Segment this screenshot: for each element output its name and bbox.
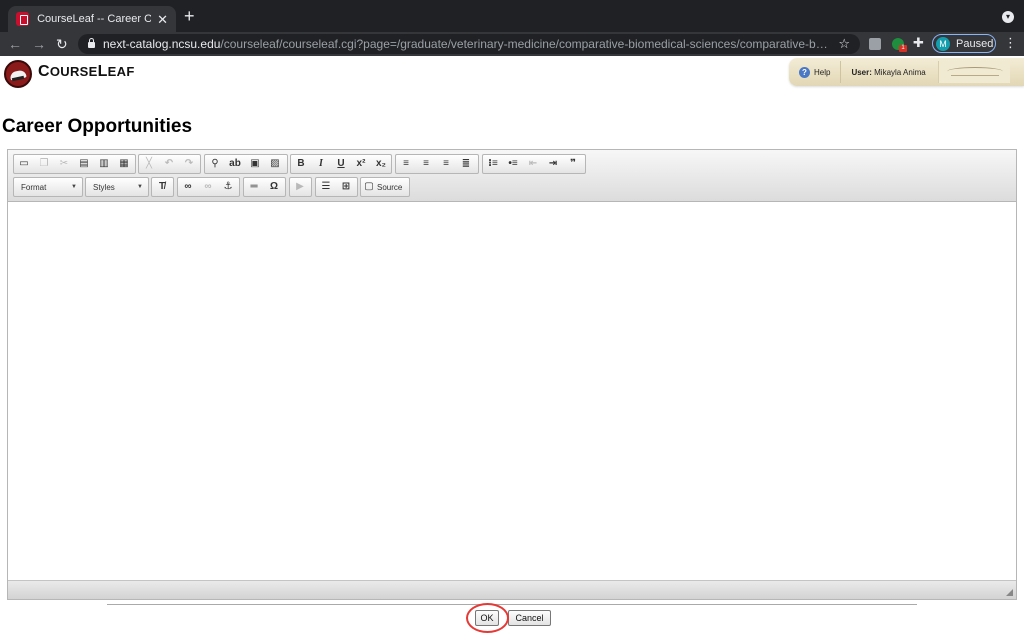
browser-toolbar: ← → ↻ next-catalog.ncsu.edu /courseleaf/… [0, 32, 1024, 56]
extension-icon[interactable] [869, 38, 881, 50]
redo-icon[interactable]: ↷ [179, 155, 199, 173]
template-icon[interactable]: ☰ [316, 178, 336, 196]
undo-icon[interactable]: ↶ [159, 155, 179, 173]
bulleted-list-icon[interactable]: •≡ [503, 155, 523, 173]
toolbar-group-align: ≡ ≡ ≡ ≣ [395, 154, 479, 174]
tab-close-icon[interactable]: ✕ [157, 13, 168, 26]
select-all-icon[interactable]: ▣ [245, 155, 265, 173]
toolbar-group-clear: T̸ [151, 177, 174, 197]
numbered-list-icon[interactable]: ⁝≡ [483, 155, 503, 173]
profile-chip[interactable]: M Paused [932, 34, 996, 53]
toolbar-group-find: ⚲ ab ▣ ▨ [204, 154, 288, 174]
help-link[interactable]: Help [814, 68, 830, 77]
cut-icon[interactable]: ✂ [54, 155, 74, 173]
subscript-icon[interactable]: x₂ [371, 155, 391, 173]
profile-status: Paused [956, 37, 994, 50]
browser-menu-icon[interactable]: ⋮ [1004, 36, 1017, 50]
special-char-icon[interactable]: Ω [264, 178, 284, 196]
copy-icon[interactable]: ❐ [34, 155, 54, 173]
leepfrog-logo-icon [937, 61, 1010, 83]
browser-tab-bar: CourseLeaf -- Career Opportuni ✕ + ▾ [0, 0, 1024, 32]
italic-icon[interactable]: I [311, 155, 331, 173]
toolbar-group-insert: ═ Ω [243, 177, 286, 197]
table-icon[interactable]: ⊞ [336, 178, 356, 196]
chevron-down-icon: ▼ [137, 184, 143, 190]
paste-word-icon[interactable]: ▦ [114, 155, 134, 173]
reload-icon[interactable]: ↻ [56, 35, 68, 53]
ok-highlight-circle [466, 603, 509, 633]
clear-formatting-icon[interactable]: T̸ [152, 178, 172, 196]
styles-dropdown[interactable]: Styles ▼ [85, 177, 149, 197]
align-justify-icon[interactable]: ≣ [456, 155, 476, 173]
editor-footer [8, 580, 1016, 599]
remove-format-icon[interactable]: ╳ [139, 155, 159, 173]
avatar: M [936, 36, 950, 51]
find-icon[interactable]: ⚲ [205, 155, 225, 173]
tab-title: CourseLeaf -- Career Opportuni [37, 13, 152, 25]
toolbar-group-lists: ⁝≡ •≡ ⇤ ⇥ ❞ [482, 154, 586, 174]
align-center-icon[interactable]: ≡ [416, 155, 436, 173]
anchor-icon[interactable]: ⚓ [218, 178, 238, 196]
toolbar-group-basic-styles: B I U x² x₂ [290, 154, 392, 174]
link-icon[interactable]: ∞ [178, 178, 198, 196]
source-icon: ▢ [364, 181, 374, 192]
user-bar-divider [840, 61, 842, 83]
user-info: User: Mikayla Anima [851, 67, 926, 77]
extension-badge: 1 [899, 45, 907, 52]
paste-icon[interactable]: ▤ [74, 155, 94, 173]
address-bar[interactable]: next-catalog.ncsu.edu /courseleaf/course… [78, 34, 860, 54]
cancel-button[interactable]: Cancel [508, 610, 551, 626]
source-label: Source [377, 182, 403, 192]
toolbar-group-clipboard: ▭ ❐ ✂ ▤ ▥ ▦ [13, 154, 136, 174]
editor-content-area[interactable] [8, 203, 1016, 579]
toolbar-group-table: ☰ ⊞ [315, 177, 358, 197]
tab-search-icon[interactable]: ▾ [1002, 11, 1014, 23]
paste-text-icon[interactable]: ▥ [94, 155, 114, 173]
user-bar: ? Help User: Mikayla Anima [789, 58, 1024, 86]
toolbar-group-media: ▶ [289, 177, 312, 197]
resize-handle-icon[interactable] [1006, 589, 1013, 596]
brand-name: COURSELEAF [38, 63, 135, 80]
blockquote-icon[interactable]: ❞ [563, 155, 583, 173]
courseleaf-favicon-icon [16, 12, 30, 26]
bookmark-star-icon[interactable]: ☆ [838, 36, 850, 52]
save-icon[interactable]: ▭ [14, 155, 34, 173]
rich-text-editor: ▭ ❐ ✂ ▤ ▥ ▦ ╳ ↶ ↷ ⚲ ab ▣ ▨ B I U x² x₂ ≡… [7, 149, 1017, 600]
forward-arrow-icon[interactable]: → [32, 35, 46, 53]
format-dropdown[interactable]: Format ▼ [13, 177, 83, 197]
toolbar-group-undo: ╳ ↶ ↷ [138, 154, 201, 174]
horizontal-rule-icon[interactable]: ═ [244, 178, 264, 196]
align-left-icon[interactable]: ≡ [396, 155, 416, 173]
browser-tab[interactable]: CourseLeaf -- Career Opportuni ✕ [8, 6, 176, 32]
unlink-icon[interactable]: ∞ [198, 178, 218, 196]
url-host: next-catalog.ncsu.edu [103, 37, 221, 51]
source-button[interactable]: ▢ Source [360, 177, 410, 197]
align-right-icon[interactable]: ≡ [436, 155, 456, 173]
chevron-down-icon: ▼ [71, 184, 77, 190]
editor-toolbar: ▭ ❐ ✂ ▤ ▥ ▦ ╳ ↶ ↷ ⚲ ab ▣ ▨ B I U x² x₂ ≡… [8, 150, 1016, 202]
toolbar-group-links: ∞ ∞ ⚓ [177, 177, 240, 197]
back-arrow-icon[interactable]: ← [8, 35, 22, 53]
styles-dropdown-label: Styles [93, 182, 115, 192]
replace-icon[interactable]: ab [225, 155, 245, 173]
underline-icon[interactable]: U [331, 155, 351, 173]
outdent-icon[interactable]: ⇤ [523, 155, 543, 173]
help-icon[interactable]: ? [799, 66, 810, 78]
spellcheck-icon[interactable]: ▨ [265, 155, 285, 173]
url-path: /courseleaf/courseleaf.cgi?page=/graduat… [220, 37, 831, 51]
new-tab-button[interactable]: + [184, 7, 195, 25]
superscript-icon[interactable]: x² [351, 155, 371, 173]
extensions-puzzle-icon[interactable]: ✚ [913, 35, 924, 51]
indent-icon[interactable]: ⇥ [543, 155, 563, 173]
bold-icon[interactable]: B [291, 155, 311, 173]
app-header: COURSELEAF ? Help User: Mikayla Anima [0, 56, 1024, 90]
page-title: Career Opportunities [2, 116, 193, 137]
footer-divider [107, 604, 917, 605]
media-icon[interactable]: ▶ [290, 178, 310, 196]
format-dropdown-label: Format [21, 182, 47, 192]
courseleaf-logo-icon [4, 60, 32, 88]
lock-icon[interactable] [88, 38, 95, 48]
